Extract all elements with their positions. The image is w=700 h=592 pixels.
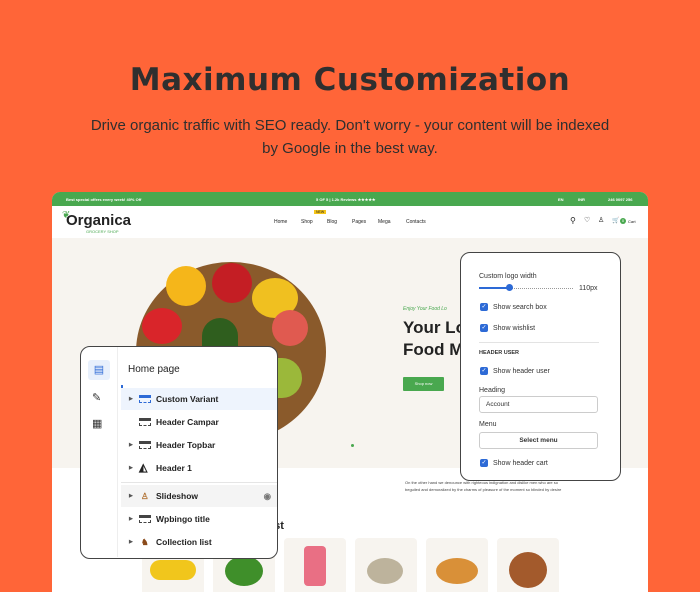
nav-contacts[interactable]: Contacts	[406, 219, 426, 225]
pepper-image	[166, 266, 206, 306]
language-select[interactable]: EN	[558, 197, 564, 202]
section-header-topbar[interactable]: ▶ Header Topbar	[121, 434, 277, 456]
search-box-checkbox[interactable]: ✓	[480, 303, 488, 311]
product-card-croissant[interactable]	[426, 538, 488, 592]
nav-pages[interactable]: Pages	[352, 219, 366, 225]
logo-width-label: Custom logo width	[479, 273, 537, 280]
header-cart-label: Show header cart	[493, 460, 548, 467]
panel-title: Home page	[128, 364, 180, 375]
slide-heading: Your Lo	[403, 318, 466, 337]
site-logo[interactable]: Organica	[66, 212, 131, 229]
user-icon[interactable]: ♙	[598, 216, 604, 224]
promo-text: Best special offers every week! 40% Off	[66, 197, 142, 202]
site-header: ❦ Organica GROCERY SHOP Home Shop NEW Bl…	[52, 206, 648, 238]
heading-label: Heading	[479, 387, 506, 394]
section-header-campar[interactable]: Header Campar	[121, 411, 277, 433]
divider	[479, 342, 599, 343]
header-settings-panel: Custom logo width 110px ✓ Show search bo…	[460, 252, 621, 481]
nav-blog[interactable]: Blog	[327, 219, 337, 225]
pepper-image	[212, 263, 252, 303]
nav-home[interactable]: Home	[274, 219, 287, 225]
cart-count: 0	[620, 218, 626, 224]
theme-brush-icon[interactable]: ✎	[92, 391, 101, 404]
section-slideshow[interactable]: ▶ ♙ Slideshow ◉	[121, 485, 277, 507]
product-card-fish[interactable]	[355, 538, 417, 592]
header-user-label: Show header user	[493, 368, 550, 375]
sections-panel: ▤ ✎ ▦ Home page ▶ Custom Variant Header C…	[80, 346, 278, 559]
currency-select[interactable]: INR	[578, 197, 585, 202]
nav-mega[interactable]: Mega	[378, 219, 391, 225]
shop-now-button[interactable]: Shop now	[403, 377, 444, 391]
eye-icon[interactable]: ◉	[264, 485, 271, 507]
pepper-image	[142, 308, 182, 344]
slide-kicker: Enjoy Your Food Lo	[403, 306, 447, 312]
subtitle-line: by Google in the best way.	[262, 140, 438, 157]
cart-icon[interactable]: 🛒	[612, 217, 619, 224]
header-user-heading: HEADER USER	[479, 350, 520, 356]
logo-width-value: 110px	[579, 285, 598, 292]
slider-fill	[479, 287, 509, 289]
section-wpbingo-title[interactable]: ▶ Wpbingo title	[121, 508, 277, 530]
sections-icon[interactable]: ▤	[88, 360, 110, 380]
slider-handle[interactable]	[506, 284, 513, 291]
reviews-text: 5 OF 5 | 1.2k Reviews ★★★★★	[316, 197, 376, 202]
hero-subtitle: Drive organic traffic with SEO ready. Do…	[70, 114, 630, 160]
topbar: Best special offers every week! 40% Off …	[52, 192, 648, 206]
select-menu-button[interactable]: Select menu	[479, 432, 598, 449]
slide-dot[interactable]	[351, 444, 354, 447]
nav-shop[interactable]: Shop	[301, 219, 313, 225]
apps-icon[interactable]: ▦	[92, 417, 102, 430]
product-card-pouch[interactable]	[284, 538, 346, 592]
section-header-1[interactable]: ▶ ◭ Header 1	[121, 457, 277, 479]
wishlist-label: Show wishlist	[493, 325, 536, 332]
slide-heading: Food M	[403, 340, 464, 359]
apple-image	[272, 310, 308, 346]
search-icon[interactable]: ⚲	[570, 216, 576, 225]
hero-title: Maximum Customization	[129, 62, 571, 98]
menu-label: Menu	[479, 421, 497, 428]
search-box-label: Show search box	[493, 304, 547, 311]
section-custom-variant[interactable]: ▶ Custom Variant	[121, 388, 277, 410]
phone-number: 246 0097 256	[608, 197, 633, 202]
section-collection-list[interactable]: ▶ ♞ Collection list	[121, 531, 277, 553]
heading-input[interactable]: Account	[479, 396, 598, 413]
header-cart-checkbox[interactable]: ✓	[480, 459, 488, 467]
heart-icon[interactable]: ♡	[584, 216, 590, 224]
wishlist-checkbox[interactable]: ✓	[480, 324, 488, 332]
cart-label[interactable]: Cart	[628, 219, 636, 224]
logo-tagline: GROCERY SHOP	[86, 229, 119, 234]
new-badge: NEW	[314, 210, 327, 214]
product-card-almonds[interactable]	[497, 538, 559, 592]
section-description: On the other hand we denounce with right…	[405, 480, 562, 492]
subtitle-line: Drive organic traffic with SEO ready. Do…	[90, 117, 610, 134]
header-user-checkbox[interactable]: ✓	[480, 367, 488, 375]
